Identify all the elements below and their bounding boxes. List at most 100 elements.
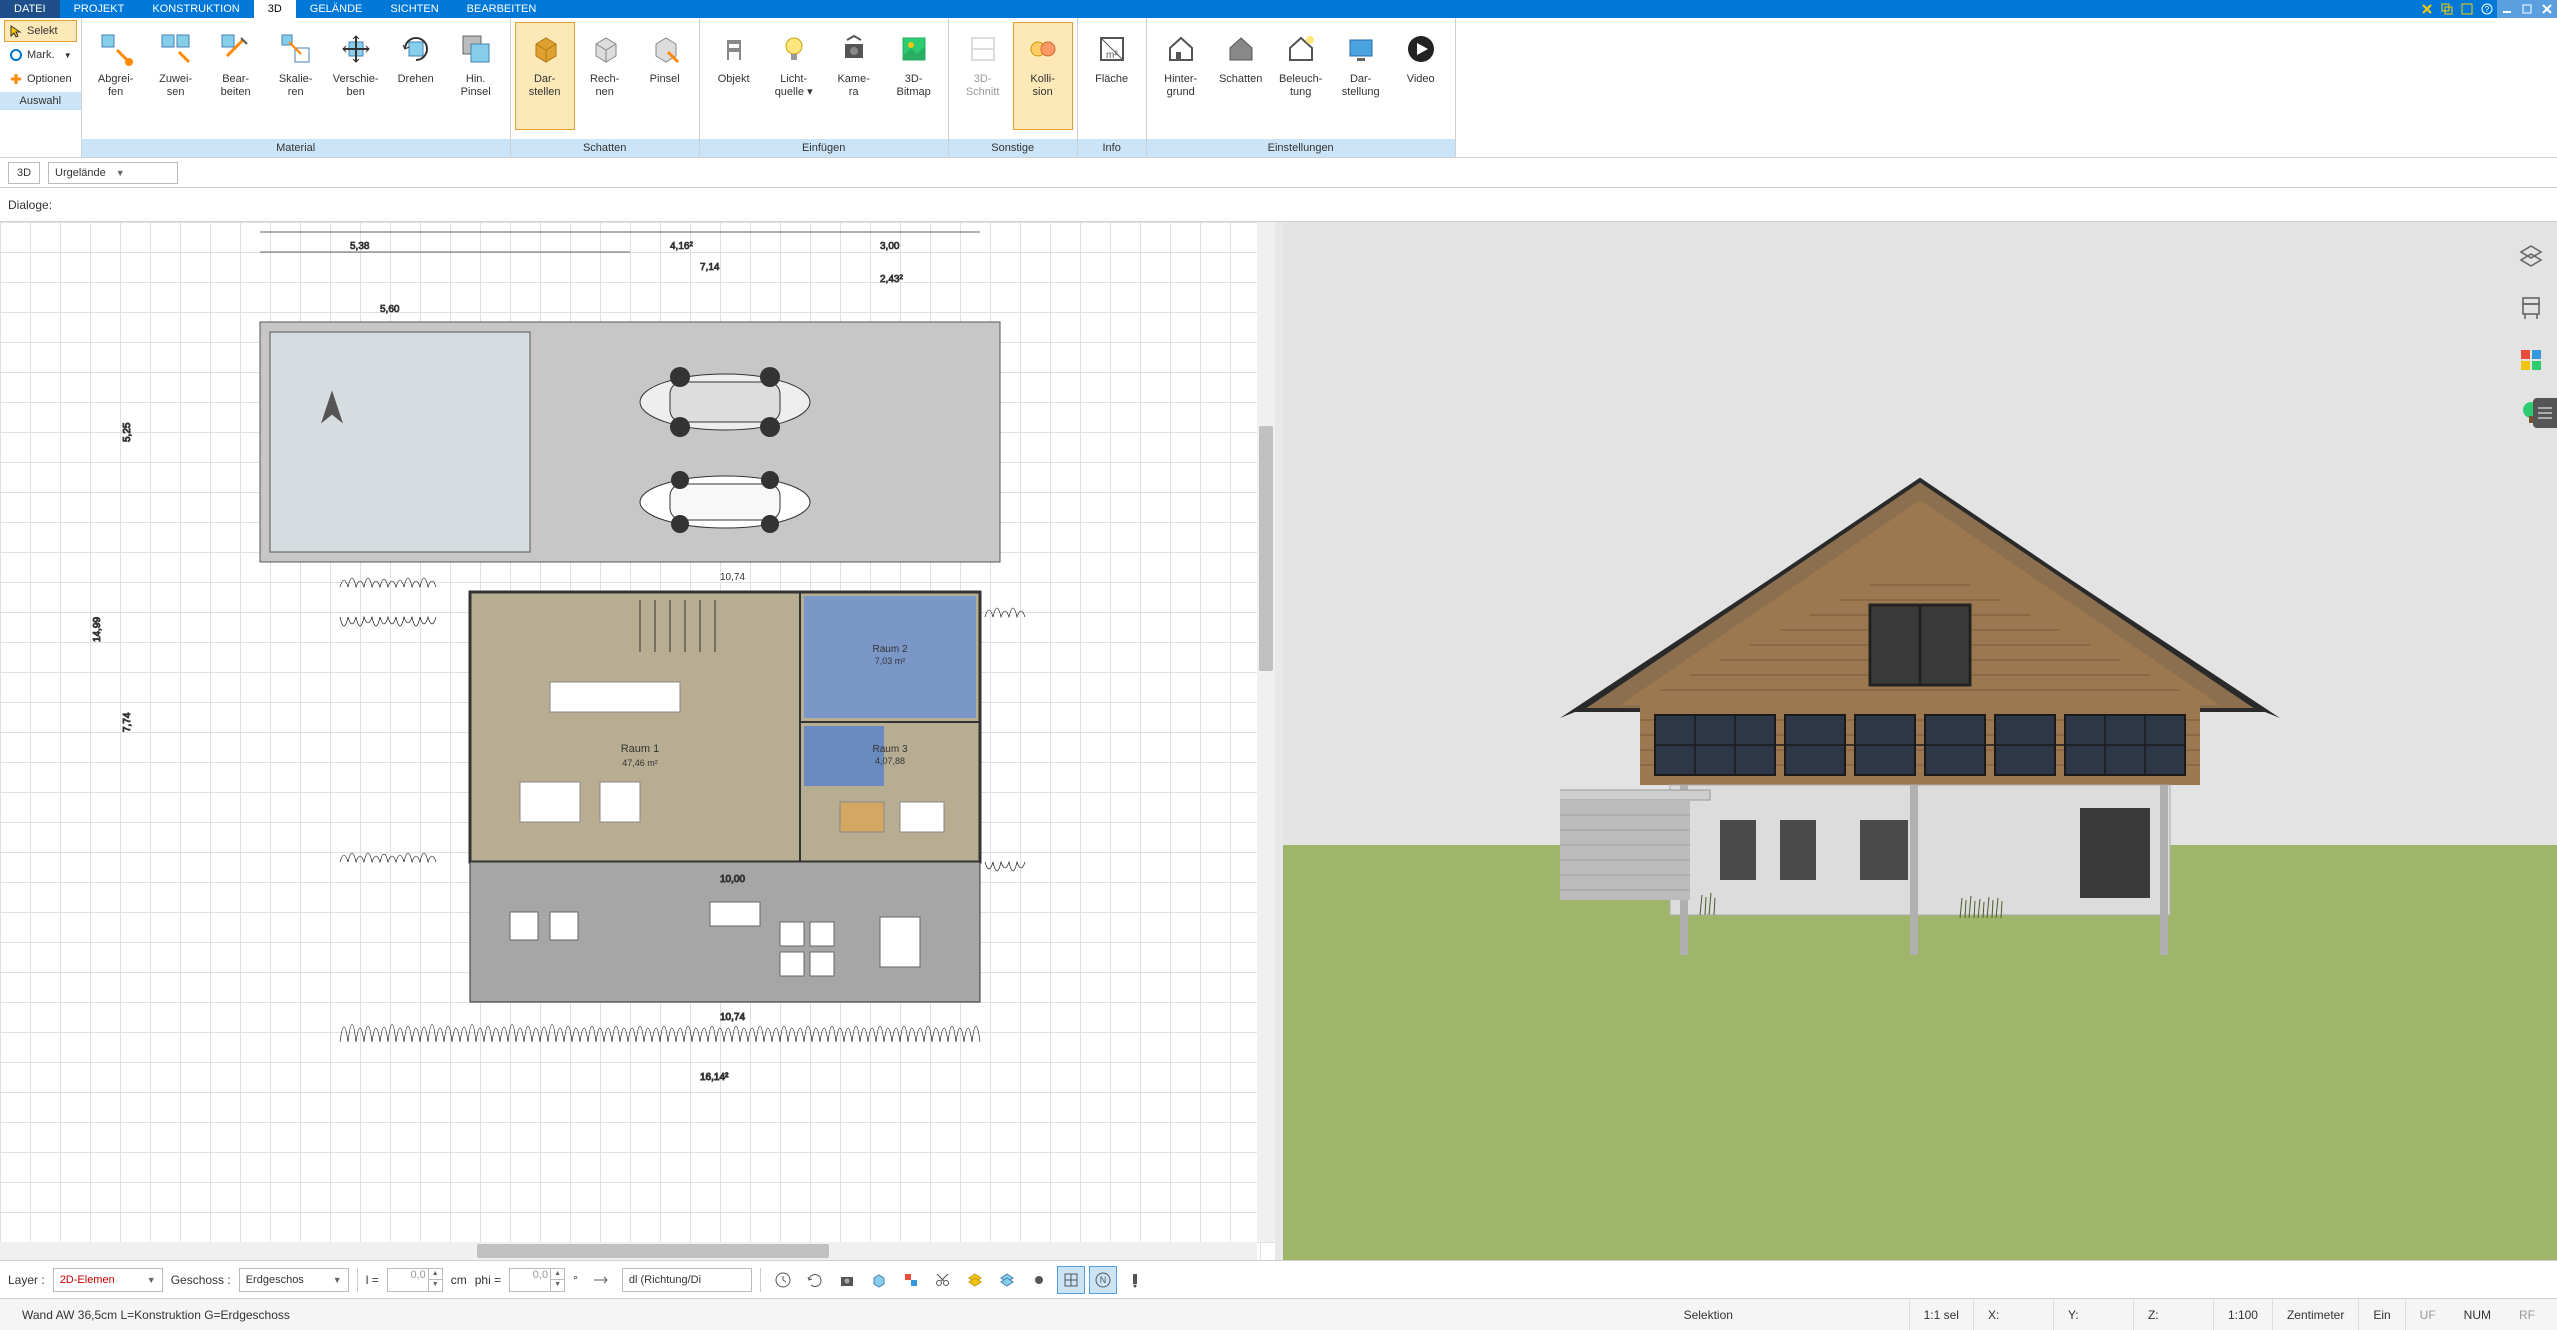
menu-gelaende[interactable]: GELÄNDE — [296, 0, 377, 18]
floor-select[interactable]: Erdgeschos▼ — [239, 1268, 349, 1292]
angle-lock-button[interactable] — [586, 1266, 614, 1294]
svg-text:10,74: 10,74 — [720, 1012, 745, 1023]
chevron-down-icon: ▼ — [116, 168, 125, 178]
north-button[interactable]: N — [1089, 1266, 1117, 1294]
edit-brush-button[interactable]: Bear- beiten — [206, 22, 266, 130]
svg-text:3,00: 3,00 — [880, 241, 900, 252]
menu-sichten[interactable]: SICHTEN — [376, 0, 452, 18]
status-scale: 1:100 — [2214, 1299, 2273, 1330]
house-shadow-icon — [1223, 31, 1259, 67]
cube-people-button[interactable] — [865, 1266, 893, 1294]
help-icon[interactable]: ? — [2477, 0, 2497, 18]
title-icon-copy[interactable] — [2437, 0, 2457, 18]
select-button[interactable]: Selekt — [4, 20, 77, 42]
pane-splitter[interactable] — [1275, 222, 1283, 1260]
mark-button[interactable]: Mark. ▼ — [4, 44, 77, 66]
history-button[interactable] — [801, 1266, 829, 1294]
grid-toggle-button[interactable] — [1057, 1266, 1085, 1294]
title-icon-window[interactable] — [2457, 0, 2477, 18]
camera-button[interactable]: Kame- ra — [824, 22, 884, 130]
layer-select[interactable]: 2D-Elemen▼ — [53, 1268, 163, 1292]
ribbon-group-einstellungen: Hinter- grundSchattenBeleuch- tungDar- s… — [1147, 18, 1456, 157]
furniture-panel-button[interactable] — [2513, 290, 2549, 326]
color-swatch-button[interactable] — [897, 1266, 925, 1294]
scroll-thumb[interactable] — [1259, 426, 1273, 671]
group-label-material: Material — [82, 139, 510, 157]
bg-brush-icon — [458, 31, 494, 67]
terrain-select[interactable]: Urgelände ▼ — [48, 162, 178, 184]
bg-brush-button[interactable]: Hin. Pinsel — [446, 22, 506, 130]
dropdown-icon: ▼ — [64, 51, 72, 60]
move-brush-button[interactable]: Verschie- ben — [326, 22, 386, 130]
house-bg-button[interactable]: Hinter- grund — [1151, 22, 1211, 130]
section3d-button[interactable]: 3D- Schnitt — [953, 22, 1013, 130]
camera-small-button[interactable] — [833, 1266, 861, 1294]
shadow-cube-button[interactable]: Dar- stellen — [515, 22, 575, 130]
calc-cube-button[interactable]: Rech- nen — [575, 22, 635, 130]
status-selection: Selektion — [1670, 1299, 1910, 1330]
layers-panel-button[interactable] — [2513, 238, 2549, 274]
house-shadow-button[interactable]: Schatten — [1211, 22, 1271, 130]
scale-brush-icon — [278, 31, 314, 67]
house-light-button[interactable]: Beleuch- tung — [1271, 22, 1331, 130]
cut-brush-button[interactable]: Abgrei- fen — [86, 22, 146, 130]
options-button[interactable]: Optionen — [4, 68, 77, 90]
title-icon-tools[interactable] — [2417, 0, 2437, 18]
play-button[interactable]: Video — [1391, 22, 1451, 130]
bitmap3d-button[interactable]: 3D- Bitmap — [884, 22, 944, 130]
materials-panel-button[interactable] — [2513, 342, 2549, 378]
pane-2d-floorplan[interactable]: 5,38 4,16² 3,00 7,14 2,43² 5,60 CARPORT … — [0, 222, 1275, 1260]
svg-text:?: ? — [2485, 5, 2490, 14]
group-label-einstellungen: Einstellungen — [1147, 139, 1455, 157]
stack-b-button[interactable] — [993, 1266, 1021, 1294]
angle-label: phi = — [475, 1273, 501, 1287]
brush-cube-button[interactable]: Pinsel — [635, 22, 695, 130]
plus-icon — [9, 72, 23, 86]
move-brush-icon — [338, 31, 374, 67]
scale-brush-button[interactable]: Skalie- ren — [266, 22, 326, 130]
tip-button[interactable] — [1121, 1266, 1149, 1294]
length-input[interactable]: 0,0▲▼ — [387, 1268, 443, 1292]
terrain-value: Urgelände — [55, 167, 106, 179]
menu-bearbeiten[interactable]: BEARBEITEN — [453, 0, 551, 18]
menu-datei[interactable]: DATEI — [0, 0, 60, 18]
secondary-toolbar: 3D Urgelände ▼ — [0, 158, 2557, 188]
camera-icon — [836, 31, 872, 67]
pane-3d-view[interactable] — [1283, 222, 2557, 1260]
minimize-button[interactable] — [2497, 0, 2517, 18]
side-panel-handle[interactable] — [2533, 398, 2557, 428]
svg-text:14,99: 14,99 — [92, 617, 103, 642]
group-label-sonstige: Sonstige — [949, 139, 1077, 157]
menu-projekt[interactable]: PROJEKT — [60, 0, 139, 18]
group-label-einfuegen: Einfügen — [700, 139, 948, 157]
dot-button[interactable] — [1025, 1266, 1053, 1294]
rotate-brush-button[interactable]: Drehen — [386, 22, 446, 130]
status-sel-ratio: 1:1 sel — [1910, 1299, 1974, 1330]
area-button[interactable]: m²Fläche — [1082, 22, 1142, 130]
stack-a-button[interactable] — [961, 1266, 989, 1294]
chair-button[interactable]: Objekt — [704, 22, 764, 130]
monitor-icon — [1343, 31, 1379, 67]
horizontal-scrollbar[interactable] — [0, 1242, 1257, 1260]
clock-button[interactable] — [769, 1266, 797, 1294]
close-button[interactable] — [2537, 0, 2557, 18]
direction-select[interactable]: dl (Richtung/Di — [622, 1268, 752, 1292]
bulb-button[interactable]: Licht- quelle ▾ — [764, 22, 824, 130]
chevron-down-icon: ▼ — [333, 1275, 342, 1285]
play-icon — [1403, 31, 1439, 67]
monitor-button[interactable]: Dar- stellung — [1331, 22, 1391, 130]
maximize-button[interactable] — [2517, 0, 2537, 18]
ribbon-group-material: Abgrei- fenZuwei- senBear- beitenSkalie-… — [82, 18, 511, 157]
status-bar: Wand AW 36,5cm L=Konstruktion G=Erdgesch… — [0, 1298, 2557, 1330]
cut-small-button[interactable] — [929, 1266, 957, 1294]
length-label: l = — [366, 1273, 379, 1287]
scroll-thumb[interactable] — [477, 1244, 829, 1258]
menu-3d[interactable]: 3D — [254, 0, 296, 18]
bulb-icon — [776, 31, 812, 67]
vertical-scrollbar[interactable] — [1257, 222, 1275, 1242]
svg-text:7,74: 7,74 — [122, 712, 133, 732]
collision-button[interactable]: Kolli- sion — [1013, 22, 1073, 130]
angle-input[interactable]: 0,0▲▼ — [509, 1268, 565, 1292]
assign-brush-button[interactable]: Zuwei- sen — [146, 22, 206, 130]
menu-konstruktion[interactable]: KONSTRUKTION — [138, 0, 253, 18]
